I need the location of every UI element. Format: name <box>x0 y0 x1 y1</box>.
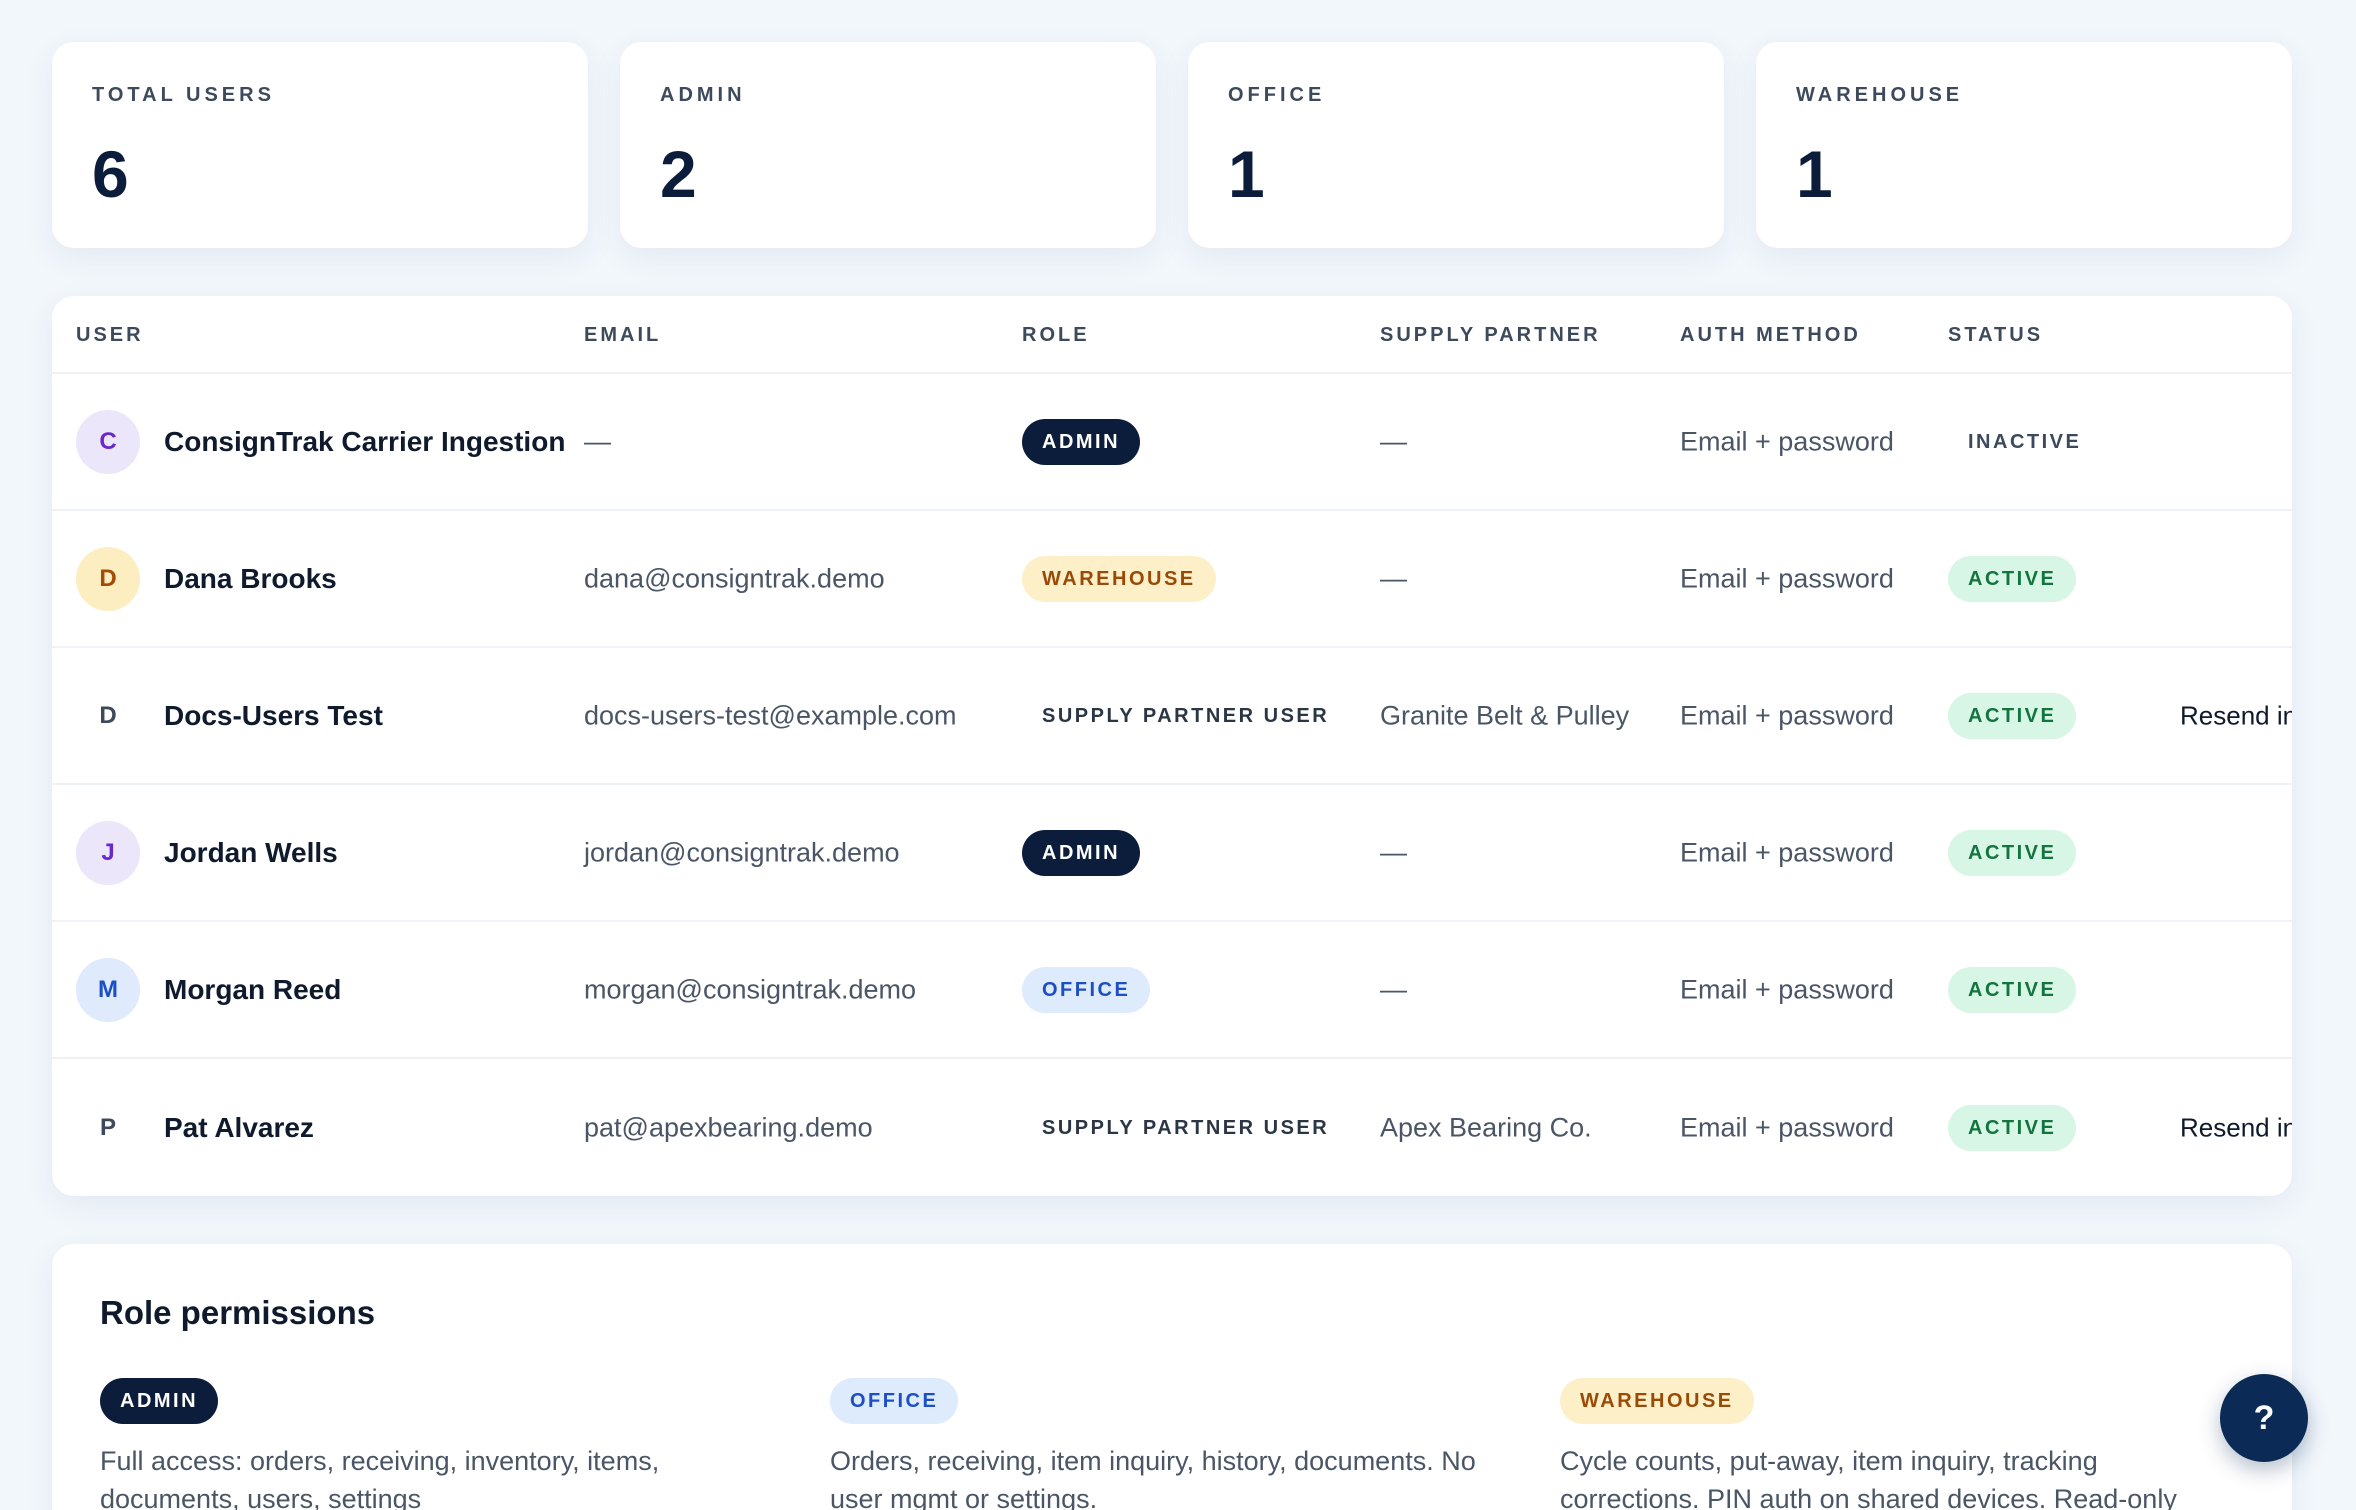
auth-method: Email + password <box>1680 563 1894 593</box>
role-badge-cell: ADMIN <box>1022 418 1141 465</box>
status-badge-cell: ACTIVE <box>1948 692 2077 739</box>
role-badge: WAREHOUSE <box>1022 555 1216 602</box>
user-email: docs-users-test@example.com <box>584 700 957 730</box>
status-badge-cell: ACTIVE <box>1948 1104 2077 1151</box>
role-badge-cell: WAREHOUSE <box>1022 555 1216 602</box>
role-badge: ADMIN <box>1022 829 1141 876</box>
table-row[interactable]: M Morgan Reed morgan@consigntrak.demo OF… <box>52 922 2292 1059</box>
supply-partner: Granite Belt & Pulley <box>1380 700 1630 730</box>
resend-invite-link[interactable]: Resend in <box>2180 1112 2292 1143</box>
stat-card-warehouse: WAREHOUSE 1 <box>1756 42 2292 248</box>
role-badge: WAREHOUSE <box>1560 1378 1754 1424</box>
avatar: M <box>76 957 140 1022</box>
status-badge: ACTIVE <box>1948 692 2077 739</box>
supply-partner: Apex Bearing Co. <box>1380 1112 1592 1142</box>
users-table: USER EMAIL ROLE SUPPLY PARTNER AUTH METH… <box>52 296 2292 1196</box>
status-badge-cell: INACTIVE <box>1948 419 2101 465</box>
avatar: C <box>76 409 140 474</box>
permission-description: Orders, receiving, item inquiry, history… <box>830 1446 1476 1510</box>
auth-method: Email + password <box>1680 974 1894 1004</box>
permission-description: Full access: orders, receiving, inventor… <box>100 1446 660 1510</box>
supply-partner: — <box>1380 974 1407 1004</box>
role-badge: SUPPLY PARTNER USER <box>1042 1116 1330 1139</box>
stat-label: OFFICE <box>1228 84 1326 106</box>
permission-warehouse: WAREHOUSE Cycle counts, put-away, item i… <box>1560 1378 2240 1510</box>
auth-method: Email + password <box>1680 700 1894 730</box>
resend-invite-link[interactable]: Resend in <box>2180 700 2292 731</box>
avatar: J <box>76 820 140 885</box>
avatar: P <box>99 1113 116 1141</box>
user-name: Dana Brooks <box>164 562 337 594</box>
status-badge-cell: ACTIVE <box>1948 829 2077 876</box>
user-name: ConsignTrak Carrier Ingestion <box>164 425 566 457</box>
section-title: Role permissions <box>100 1294 376 1331</box>
table-header: USER EMAIL ROLE SUPPLY PARTNER AUTH METH… <box>52 296 2292 374</box>
user-email: morgan@consigntrak.demo <box>584 974 917 1004</box>
stat-value: 6 <box>92 137 129 211</box>
user-name: Docs-Users Test <box>164 699 383 731</box>
column-header-user[interactable]: USER <box>76 324 144 347</box>
stat-card-admin: ADMIN 2 <box>620 42 1156 248</box>
stat-card-office: OFFICE 1 <box>1188 42 1724 248</box>
user-email: pat@apexbearing.demo <box>584 1112 873 1142</box>
table-row[interactable]: D Docs-Users Test docs-users-test@exampl… <box>52 648 2292 785</box>
column-header-role[interactable]: ROLE <box>1022 324 1090 347</box>
stat-value: 1 <box>1228 137 1265 211</box>
table-row[interactable]: C ConsignTrak Carrier Ingestion — ADMIN … <box>52 374 2292 511</box>
help-icon: ? <box>2253 1398 2275 1437</box>
status-badge-cell: ACTIVE <box>1948 966 2077 1013</box>
table-row[interactable]: P Pat Alvarez pat@apexbearing.demo SUPPL… <box>52 1059 2292 1196</box>
role-badge-cell: SUPPLY PARTNER USER <box>1022 693 1349 739</box>
column-header-auth-method[interactable]: AUTH METHOD <box>1680 324 1861 347</box>
column-header-supply-partner[interactable]: SUPPLY PARTNER <box>1380 324 1601 347</box>
avatar: D <box>76 546 140 611</box>
auth-method: Email + password <box>1680 426 1894 456</box>
column-header-email[interactable]: EMAIL <box>584 324 661 347</box>
role-badge: OFFICE <box>1022 966 1151 1013</box>
auth-method: Email + password <box>1680 837 1894 867</box>
stat-value: 1 <box>1796 137 1833 211</box>
stat-value: 2 <box>660 137 697 211</box>
user-email: — <box>584 426 611 456</box>
role-badge: ADMIN <box>100 1378 219 1424</box>
column-header-status[interactable]: STATUS <box>1948 324 2043 347</box>
stat-label: WAREHOUSE <box>1796 84 1964 106</box>
avatar: D <box>99 701 117 729</box>
user-name: Jordan Wells <box>164 836 338 868</box>
stats-row: TOTAL USERS 6 ADMIN 2 OFFICE 1 WAREHOUSE… <box>52 42 2292 248</box>
permission-office: OFFICE Orders, receiving, item inquiry, … <box>830 1378 1510 1510</box>
status-badge: ACTIVE <box>1948 555 2077 602</box>
stat-card-total-users: TOTAL USERS 6 <box>52 42 588 248</box>
supply-partner: — <box>1380 426 1407 456</box>
stat-label: TOTAL USERS <box>92 84 275 106</box>
user-email: dana@consigntrak.demo <box>584 563 885 593</box>
status-badge: INACTIVE <box>1968 430 2082 453</box>
role-badge: OFFICE <box>830 1378 959 1424</box>
user-name: Pat Alvarez <box>164 1111 314 1143</box>
auth-method: Email + password <box>1680 1112 1894 1142</box>
role-badge-cell: OFFICE <box>1022 966 1151 1013</box>
help-button[interactable]: ? <box>2220 1374 2308 1462</box>
table-row[interactable]: J Jordan Wells jordan@consigntrak.demo A… <box>52 785 2292 922</box>
status-badge: ACTIVE <box>1948 829 2077 876</box>
supply-partner: — <box>1380 837 1407 867</box>
status-badge-cell: ACTIVE <box>1948 555 2077 602</box>
supply-partner: — <box>1380 563 1407 593</box>
status-badge: ACTIVE <box>1948 1104 2077 1151</box>
role-badge: ADMIN <box>1022 418 1141 465</box>
stat-label: ADMIN <box>660 84 746 106</box>
user-email: jordan@consigntrak.demo <box>584 837 900 867</box>
role-badge-cell: ADMIN <box>1022 829 1141 876</box>
role-badge: SUPPLY PARTNER USER <box>1042 704 1330 727</box>
status-badge: ACTIVE <box>1948 966 2077 1013</box>
role-permissions-card: Role permissions ADMIN Full access: orde… <box>52 1244 2292 1510</box>
role-badge-cell: SUPPLY PARTNER USER <box>1022 1105 1349 1151</box>
permission-admin: ADMIN Full access: orders, receiving, in… <box>100 1378 780 1510</box>
permission-description: Cycle counts, put-away, item inquiry, tr… <box>1560 1446 2177 1510</box>
user-name: Morgan Reed <box>164 973 342 1005</box>
table-row[interactable]: D Dana Brooks dana@consigntrak.demo WARE… <box>52 511 2292 648</box>
